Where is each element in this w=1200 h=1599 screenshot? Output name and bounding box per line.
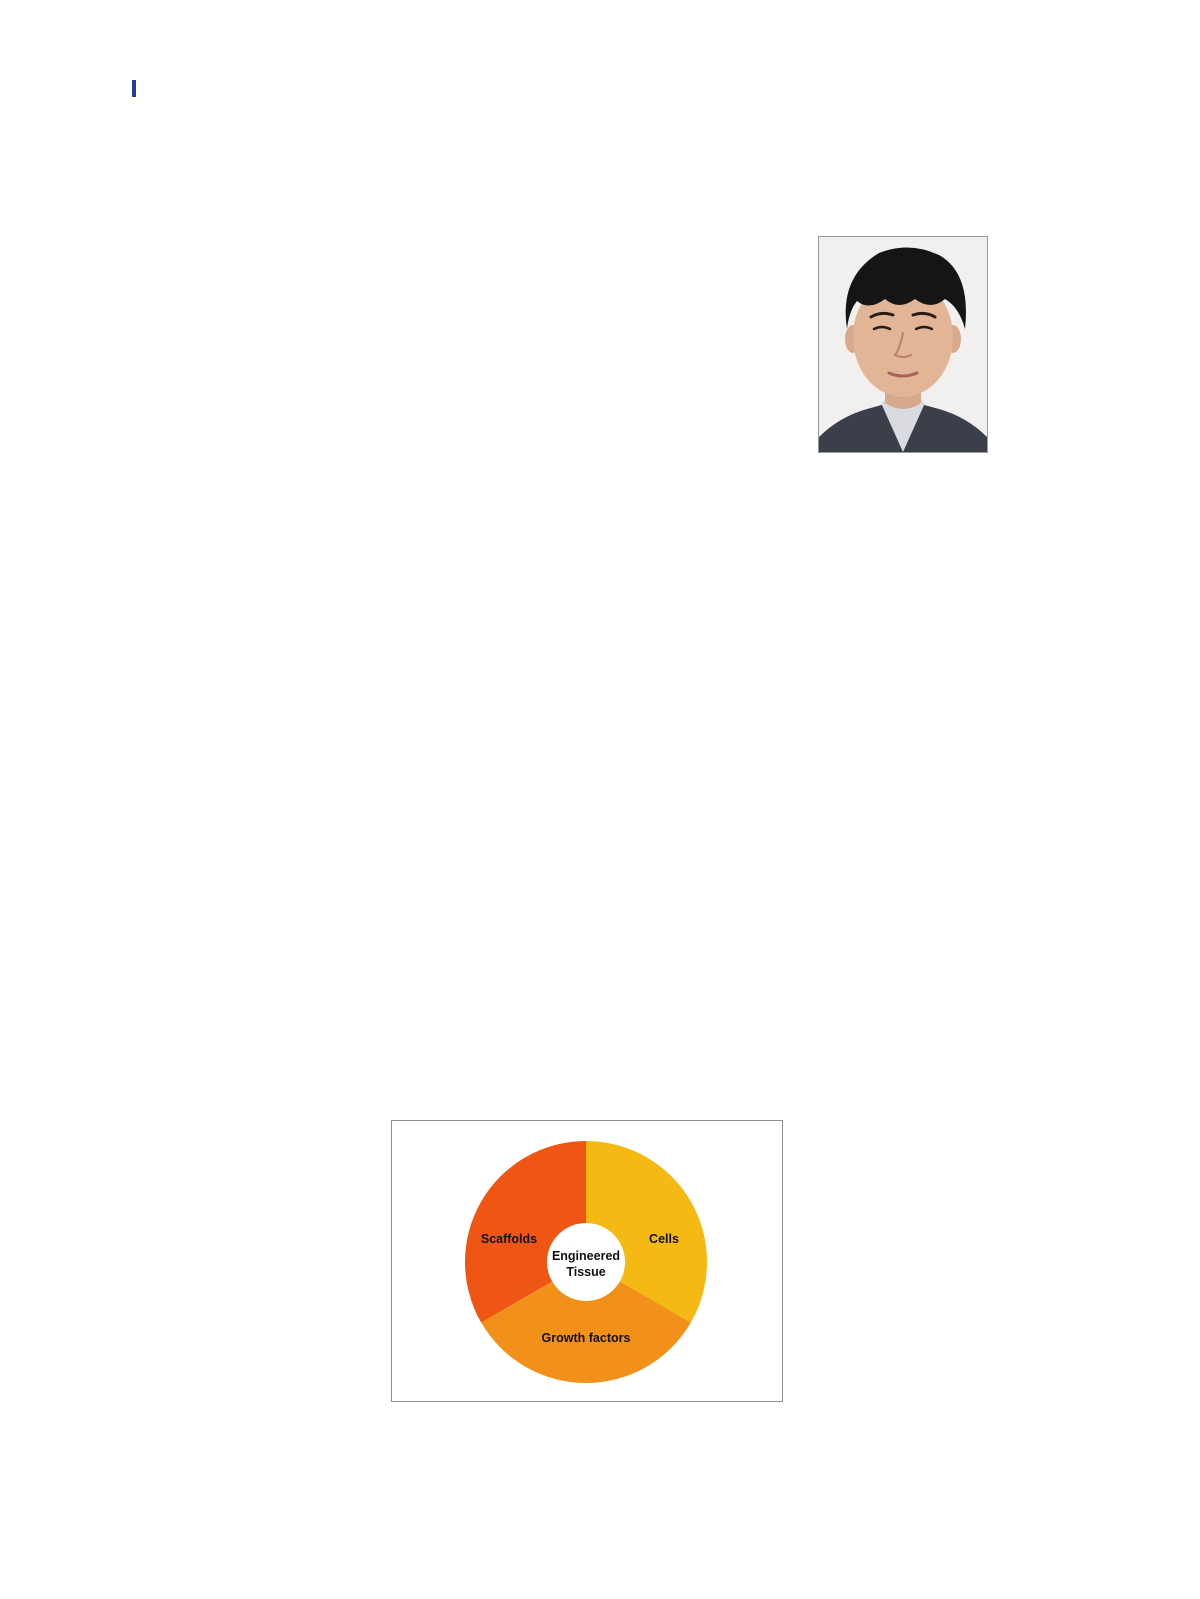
section-marker: [132, 80, 136, 97]
engineered-tissue-figure: Cells Growth factors Scaffolds Engineere…: [391, 1120, 783, 1402]
center-label-line2: Tissue: [566, 1265, 605, 1279]
segment-label-growth-factors: Growth factors: [542, 1331, 631, 1345]
segment-label-cells: Cells: [649, 1232, 679, 1246]
center-label-line1: Engineered: [552, 1249, 620, 1263]
person-portrait-icon: [819, 237, 987, 452]
tissue-triad-diagram: Cells Growth factors Scaffolds Engineere…: [464, 1141, 708, 1384]
author-portrait: [818, 236, 988, 453]
segment-label-scaffolds: Scaffolds: [481, 1232, 537, 1246]
segment-cells: [586, 1141, 708, 1323]
